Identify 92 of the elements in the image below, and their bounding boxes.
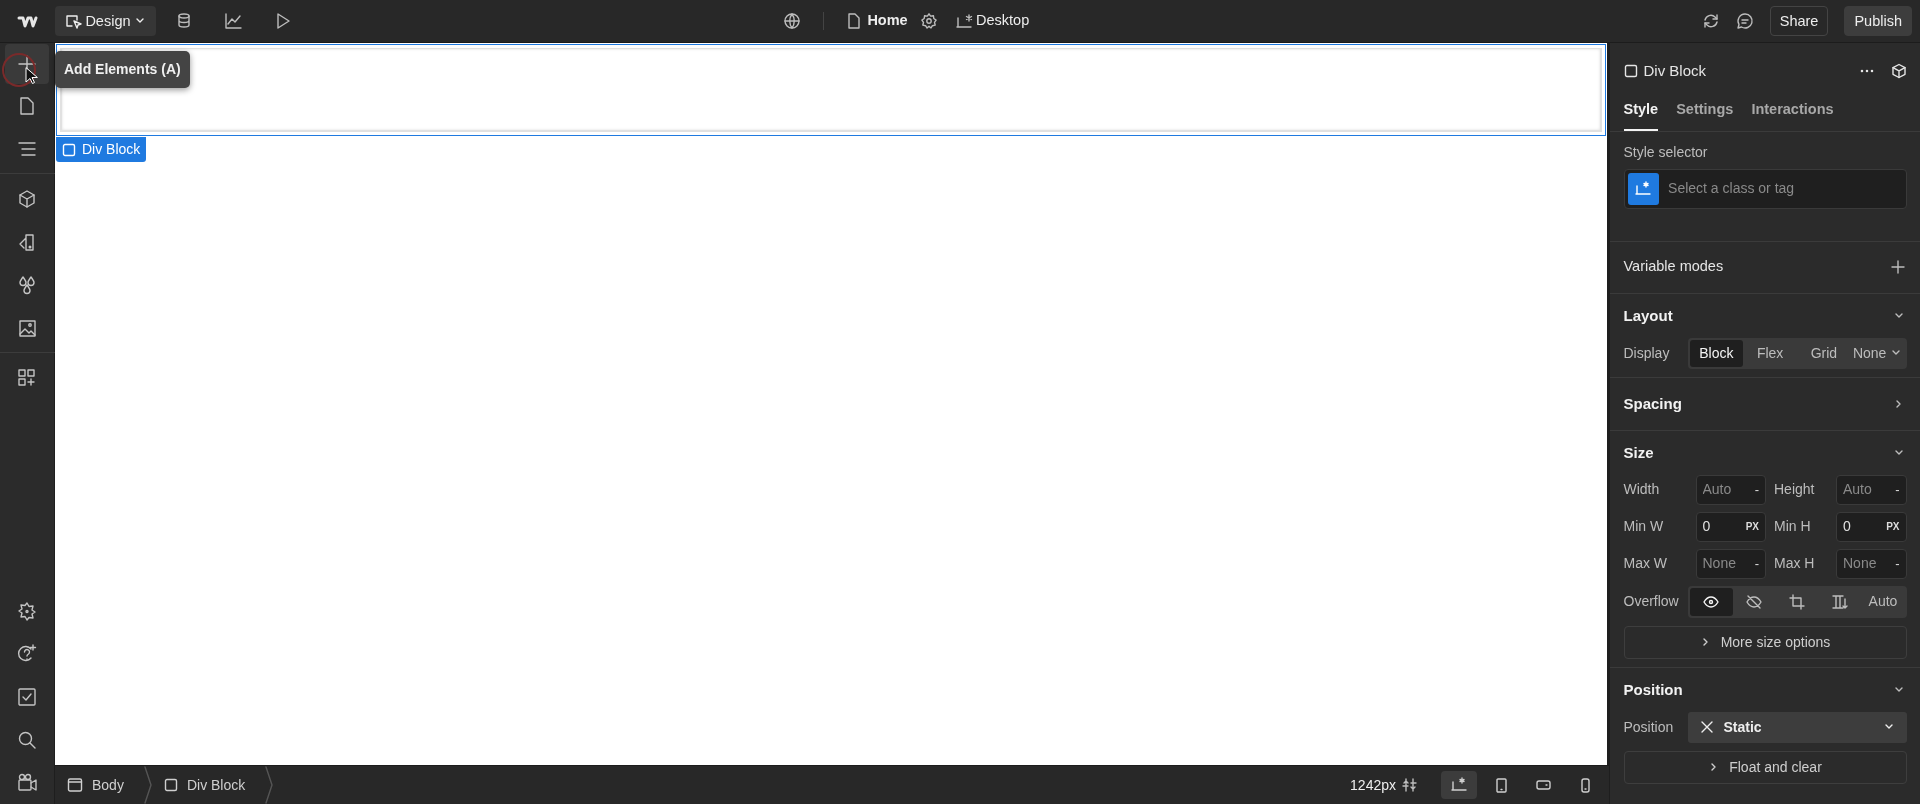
cube-icon [17, 188, 37, 209]
flower-settings-icon [17, 600, 37, 621]
field-label: Height [1774, 480, 1816, 500]
page-name[interactable]: Home [867, 10, 908, 32]
overflow-option[interactable]: Auto [1861, 587, 1905, 616]
resize-icon [1402, 777, 1417, 793]
unit-label[interactable]: - [1754, 480, 1759, 500]
cursor-icon [24, 67, 38, 85]
globe-icon [783, 12, 802, 30]
size-field[interactable]: Auto - [1695, 474, 1766, 505]
field-label: Display [1623, 343, 1671, 363]
cursor-box-icon [65, 12, 82, 30]
eye-icon [1703, 593, 1719, 610]
desktop-icon [1450, 776, 1468, 794]
publish-button[interactable]: Publish [1844, 6, 1912, 36]
unit-label[interactable]: - [1895, 554, 1900, 574]
selector-type-button[interactable] [1627, 172, 1660, 205]
image-icon [17, 317, 37, 338]
comment-icon [1735, 12, 1754, 30]
crop-icon [1789, 593, 1805, 610]
panel-tab[interactable]: Settings [1676, 99, 1734, 131]
share-button[interactable]: Share [1769, 6, 1829, 36]
mode-dropdown[interactable]: Design [55, 6, 156, 36]
unit-label[interactable]: PX [1886, 519, 1900, 535]
section-title[interactable]: Position [1623, 678, 1683, 701]
more-options-button[interactable]: More size options [1623, 625, 1907, 659]
chart-icon [223, 12, 242, 29]
chevron-separator-icon [143, 766, 152, 804]
size-field[interactable]: 0 PX [1695, 511, 1766, 542]
unit-label[interactable]: PX [1745, 519, 1759, 535]
page-icon [846, 12, 862, 30]
display-option[interactable]: None [1850, 339, 1905, 367]
drops-icon [17, 274, 37, 295]
size-field[interactable]: 0 PX [1836, 511, 1907, 542]
field-label: Overflow [1623, 592, 1680, 612]
section-title[interactable]: Spacing [1623, 392, 1682, 415]
field-label: Min H [1774, 517, 1812, 537]
database-icon [175, 12, 192, 29]
chevron-separator-icon [265, 766, 274, 804]
panel-tab[interactable]: Interactions [1751, 99, 1834, 131]
position-dropdown[interactable]: Static [1687, 711, 1907, 743]
field-label: Position [1623, 717, 1675, 737]
sync-icon [1701, 12, 1720, 30]
breakpoint-button[interactable] [1441, 771, 1477, 799]
field-label: Style selector [1623, 142, 1709, 162]
overflow-option[interactable] [1689, 587, 1733, 616]
size-field[interactable]: None - [1695, 548, 1766, 579]
swatch-icon [17, 231, 37, 252]
settings-icon [919, 12, 938, 30]
eye-slash-icon [1746, 593, 1762, 610]
float-and-clear-button[interactable]: Float and clear [1623, 750, 1907, 784]
help-sparkle-icon [17, 643, 37, 664]
section-title[interactable]: Layout [1623, 304, 1673, 327]
breakpoint-icon [1635, 181, 1652, 197]
element-name: Div Block [1643, 60, 1706, 81]
unit-label[interactable]: - [1895, 480, 1900, 500]
selected-element-label[interactable]: Div Block [56, 137, 147, 162]
video-camera-icon [17, 772, 37, 793]
add-icon [1890, 260, 1905, 275]
class-input[interactable]: Select a class or tag [1668, 178, 1903, 200]
unit-label[interactable]: - [1754, 554, 1759, 574]
style-selector-field[interactable]: Select a class or tag [1623, 168, 1907, 209]
checklist-icon [17, 686, 37, 707]
panel-tab[interactable]: Style [1623, 99, 1659, 131]
click-ring-icon [1, 52, 37, 88]
breadcrumb-item[interactable]: Body [55, 774, 144, 796]
display-option[interactable]: Block [1689, 339, 1744, 367]
size-field[interactable]: None - [1836, 548, 1907, 579]
scroll-text-icon [1832, 593, 1848, 610]
search-icon [17, 729, 37, 750]
size-field[interactable]: Auto - [1836, 474, 1907, 505]
page-icon [17, 95, 37, 116]
section-title[interactable]: Size [1623, 441, 1654, 464]
display-option[interactable]: Flex [1743, 339, 1797, 367]
div-block-icon [1623, 64, 1638, 78]
apps-add-icon [17, 367, 37, 388]
display-option[interactable]: Grid [1797, 339, 1851, 367]
div-block-icon [62, 142, 76, 157]
field-label: Min W [1623, 517, 1665, 537]
component-icon [1890, 63, 1907, 79]
section-title[interactable]: Variable modes [1623, 256, 1724, 279]
desktop-icon [955, 13, 973, 29]
canvas-width[interactable]: 1242px [1350, 774, 1396, 796]
field-label: Width [1623, 480, 1661, 500]
field-label: Max W [1623, 554, 1669, 574]
field-label: Max H [1774, 554, 1816, 574]
x-icon [1699, 720, 1714, 735]
breadcrumb-item[interactable]: Div Block [151, 774, 266, 796]
div-block-icon [163, 778, 178, 792]
body-icon [67, 777, 83, 793]
tooltip: Add Elements (A) [55, 51, 190, 88]
breakpoint-name[interactable]: Desktop [976, 10, 1030, 32]
